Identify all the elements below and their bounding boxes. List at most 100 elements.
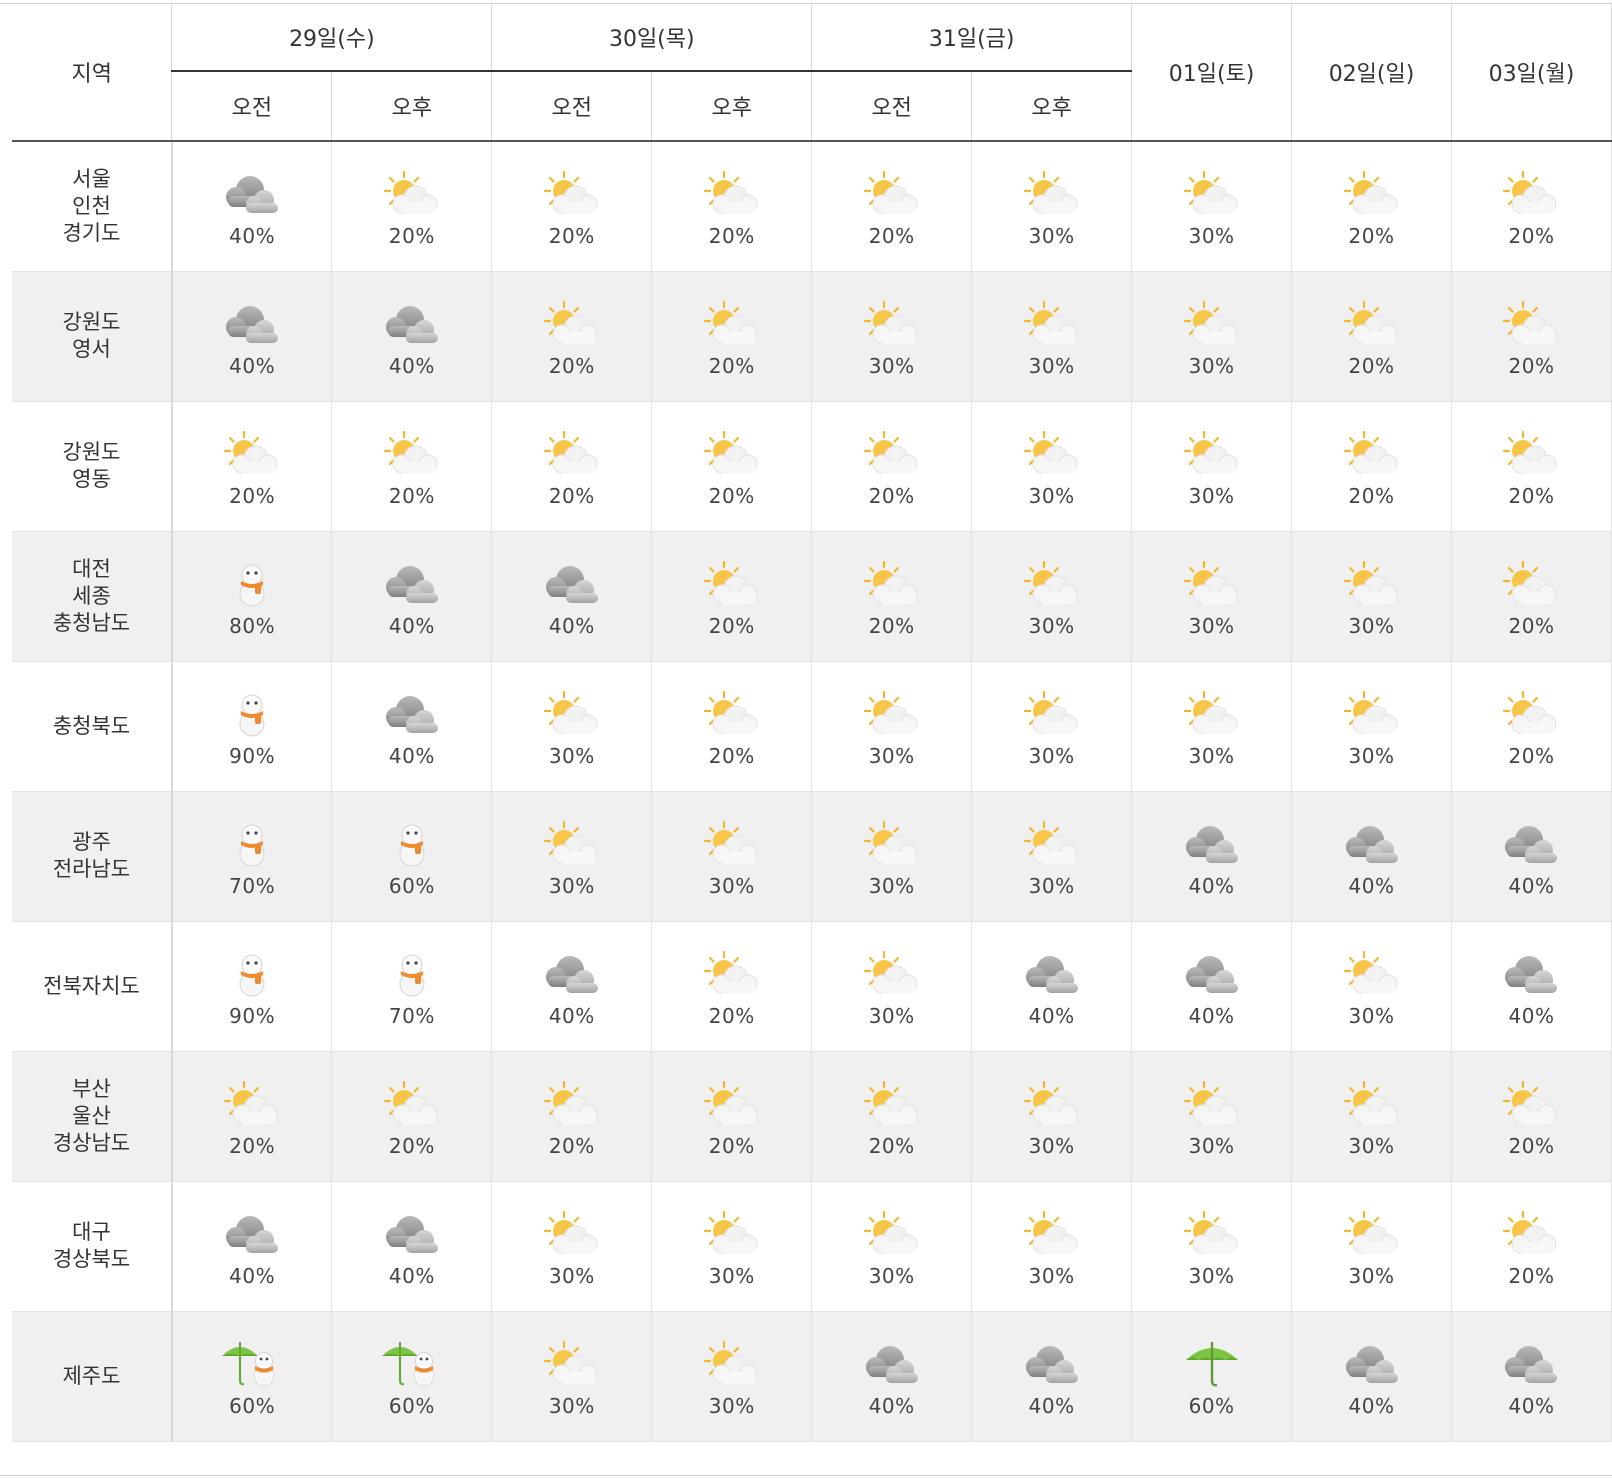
forecast-cell: 30%	[971, 661, 1133, 792]
region-line: 대구	[72, 1220, 111, 1244]
precip-probability: 30%	[548, 1264, 595, 1288]
forecast-cell: 20%	[1291, 141, 1452, 272]
forecast-cell: 20%	[1291, 271, 1452, 402]
precip-probability: 40%	[548, 614, 595, 638]
precip-probability: 80%	[229, 614, 276, 638]
precip-probability: 40%	[1348, 874, 1395, 898]
precip-probability: 60%	[388, 874, 435, 898]
precip-probability: 30%	[548, 1394, 595, 1418]
table-row: 대전 세종 충청남도 80% 40% 40% 20% 20% 30% 30% 30% 20%	[12, 531, 1612, 662]
forecast-cell: 40%	[811, 1311, 973, 1442]
region-name: 강원도영서	[12, 271, 173, 402]
forecast-cell: 20%	[1451, 531, 1612, 662]
partly-cloudy-icon	[860, 1080, 924, 1128]
precip-probability: 20%	[1508, 1134, 1555, 1158]
precip-probability: 60%	[1188, 1394, 1235, 1418]
cloudy-icon	[380, 300, 444, 348]
day-header-29: 29일(수)	[171, 4, 493, 72]
partly-cloudy-icon	[1499, 1080, 1563, 1128]
precip-probability: 30%	[1188, 224, 1235, 249]
precip-probability: 20%	[388, 224, 435, 249]
precip-probability: 20%	[868, 1134, 915, 1158]
precip-probability: 20%	[708, 614, 755, 638]
precip-probability: 30%	[1348, 1134, 1395, 1158]
cloudy-icon	[860, 1340, 924, 1388]
forecast-cell: 20%	[1451, 1181, 1612, 1312]
precip-probability: 30%	[1188, 354, 1235, 378]
partly-cloudy-icon	[860, 430, 924, 478]
precip-probability: 40%	[548, 1004, 595, 1028]
precip-probability: 40%	[1508, 1394, 1555, 1418]
cloudy-icon	[1340, 1340, 1404, 1388]
cloudy-icon	[1340, 820, 1404, 868]
table-header: 지역 29일(수) 30일(목) 31일(금) 01일(토) 02일(일) 03…	[12, 4, 1612, 142]
precip-probability: 60%	[388, 1394, 435, 1418]
precip-probability: 20%	[708, 484, 755, 508]
precip-probability: 30%	[1188, 744, 1235, 768]
precip-probability: 20%	[388, 1134, 435, 1158]
forecast-cell: 20%	[491, 271, 653, 402]
forecast-cell: 40%	[171, 141, 333, 272]
day-header-01: 01일(토)	[1131, 4, 1293, 142]
day-header-30: 30일(목)	[491, 4, 813, 72]
precip-probability: 30%	[1188, 1264, 1235, 1288]
precip-probability: 90%	[229, 1004, 276, 1028]
forecast-cell: 30%	[491, 1311, 653, 1442]
region-line: 영서	[72, 337, 111, 361]
forecast-cell: 30%	[491, 791, 653, 922]
partly-cloudy-icon	[700, 300, 764, 348]
partly-cloudy-icon	[700, 690, 764, 738]
forecast-cell: 80%	[171, 531, 333, 662]
partly-cloudy-icon	[1020, 430, 1084, 478]
partly-cloudy-icon	[1180, 560, 1244, 608]
precip-probability: 20%	[1508, 744, 1555, 768]
region-name: 서울 인천 경기도	[12, 141, 173, 272]
precip-probability: 30%	[1028, 1134, 1075, 1158]
partly-cloudy-icon	[1340, 1080, 1404, 1128]
snow-icon	[380, 950, 444, 998]
forecast-cell: 60%	[331, 791, 493, 922]
precip-probability: 20%	[548, 354, 595, 378]
half-header-am: 오전	[491, 71, 653, 142]
precip-probability: 30%	[548, 744, 595, 768]
partly-cloudy-icon	[380, 1080, 444, 1128]
forecast-cell: 20%	[811, 141, 973, 272]
region-line: 광주	[72, 830, 111, 854]
half-header-pm: 오후	[331, 71, 493, 142]
precip-probability: 30%	[1348, 1264, 1395, 1288]
cloudy-icon	[1020, 1340, 1084, 1388]
forecast-cell: 40%	[1291, 1311, 1452, 1442]
forecast-cell: 30%	[1131, 1181, 1293, 1312]
table-row: 전북자치도 90% 70% 40% 20% 30% 40% 40% 30% 40%	[12, 921, 1612, 1052]
forecast-cell: 20%	[171, 401, 333, 532]
precip-probability: 20%	[1508, 484, 1555, 508]
forecast-cell: 20%	[331, 1051, 493, 1182]
forecast-cell: 30%	[971, 791, 1133, 922]
forecast-cell: 30%	[1291, 1181, 1452, 1312]
forecast-cell: 40%	[491, 531, 653, 662]
forecast-cell: 40%	[171, 271, 333, 402]
snow-icon	[220, 560, 284, 608]
table-row: 강원도 영동 20% 20% 20% 20% 20% 30% 30% 20% 20%	[12, 401, 1612, 532]
forecast-cell: 20%	[651, 271, 813, 402]
forecast-cell: 30%	[811, 791, 973, 922]
half-header-pm: 오후	[651, 71, 813, 142]
forecast-cell: 20%	[651, 661, 813, 792]
table-row: 대구 경상북도 40% 40% 30% 30% 30% 30% 30% 30% 20%	[12, 1181, 1612, 1312]
cloudy-icon	[1020, 950, 1084, 998]
partly-cloudy-icon	[220, 430, 284, 478]
partly-cloudy-icon	[1020, 1080, 1084, 1128]
precip-probability: 40%	[868, 1394, 915, 1418]
forecast-cell: 30%	[1291, 531, 1452, 662]
region-line: 전북자치도	[43, 973, 140, 998]
partly-cloudy-icon	[860, 1210, 924, 1258]
partly-cloudy-icon	[1020, 1210, 1084, 1258]
precip-probability: 30%	[1028, 354, 1075, 378]
precip-probability: 30%	[708, 1394, 755, 1418]
region-name: 대전 세종 충청남도	[12, 531, 173, 662]
precip-probability: 40%	[229, 224, 276, 249]
region-line: 강원도	[62, 310, 121, 334]
forecast-cell: 20%	[1291, 401, 1452, 532]
partly-cloudy-icon	[540, 1210, 604, 1258]
forecast-cell: 20%	[651, 531, 813, 662]
